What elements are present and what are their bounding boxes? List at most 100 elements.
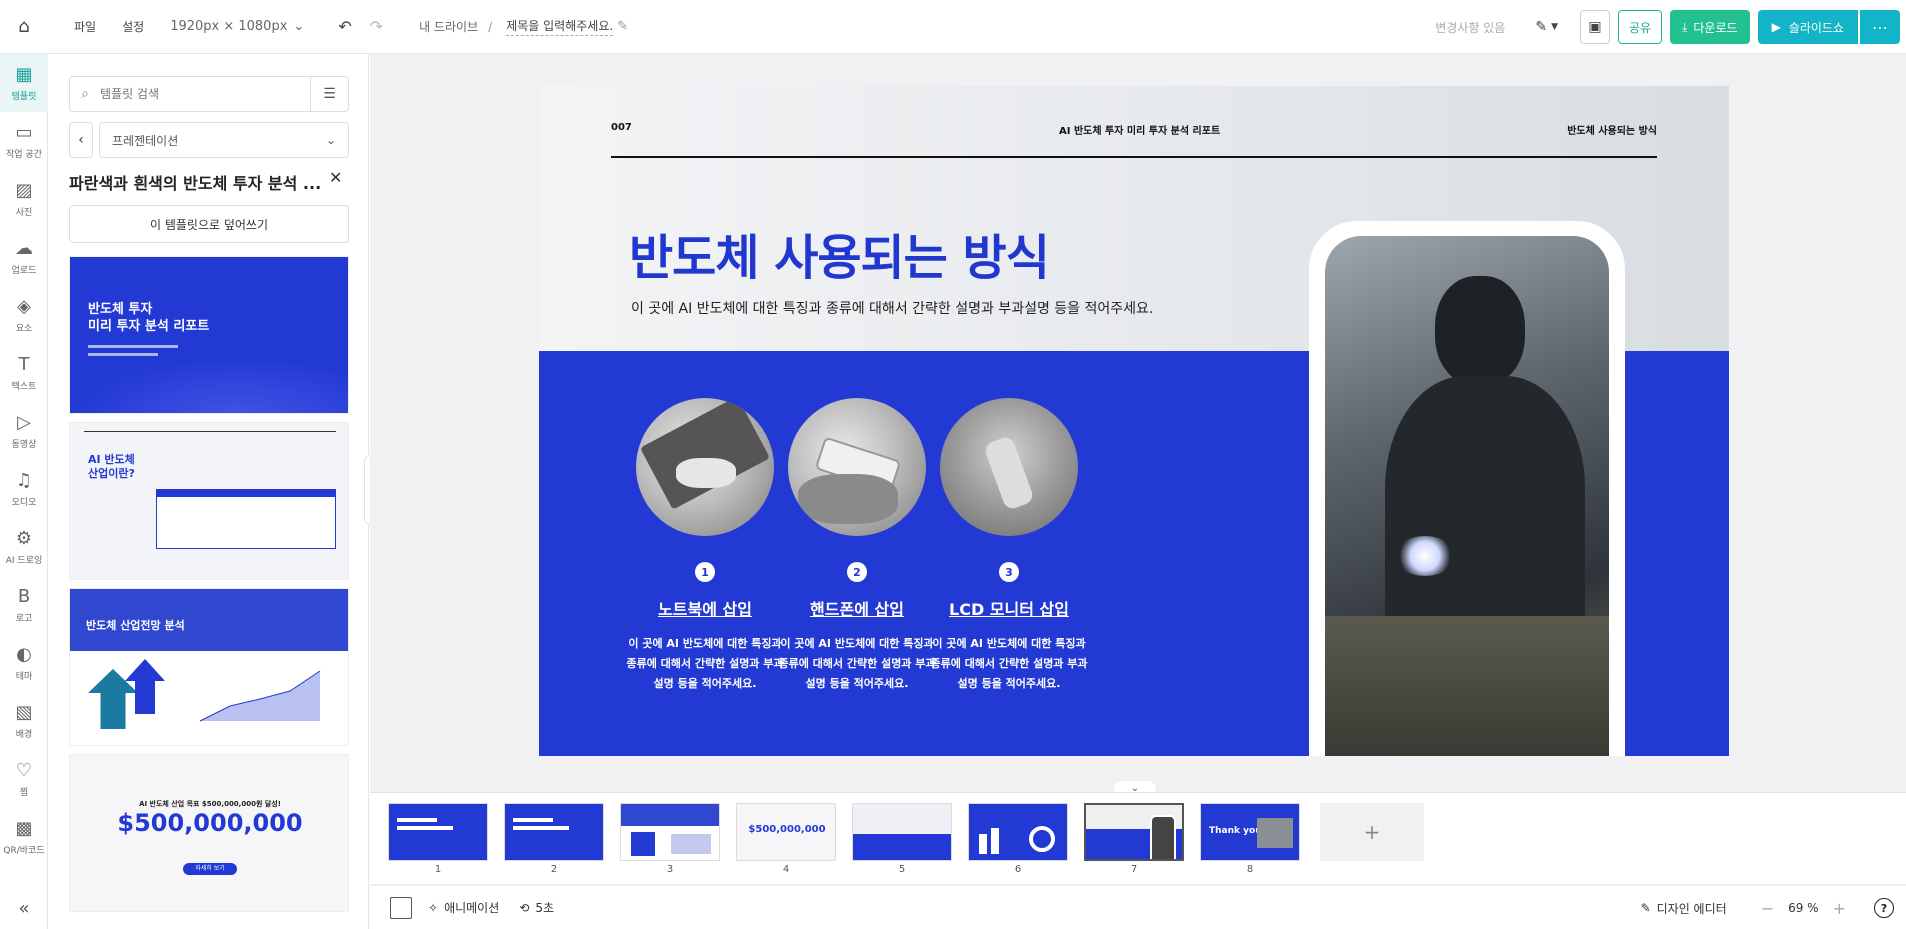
download-button[interactable]: ⤓ 다운로드 (1670, 10, 1750, 44)
rail-item-text[interactable]: T 텍스트 (0, 344, 48, 402)
phone-image-welder[interactable] (1325, 236, 1609, 756)
filter-icon[interactable]: ☰ (310, 77, 348, 111)
filmstrip-page-1[interactable]: 1 (388, 803, 488, 875)
template-search-input[interactable] (100, 87, 310, 101)
thumb3-title: 반도체 산업전망 분석 (86, 619, 185, 632)
rail-item-ai-drawing[interactable]: ⚙ AI 드로잉 (0, 518, 48, 576)
slideshow-button[interactable]: ▶ 슬라이드쇼 (1757, 10, 1858, 44)
feature-3-desc[interactable]: 이 곳에 AI 반도체에 대한 특징과 종류에 대해서 간략한 설명과 부과설명… (929, 634, 1089, 694)
feature-3-title[interactable]: LCD 모니터 삽입 (929, 596, 1089, 620)
feature-2-image-phone[interactable] (788, 398, 926, 536)
save-button[interactable]: ▣ (1579, 10, 1610, 44)
rail-item-upload[interactable]: ☁ 업로드 (0, 228, 48, 286)
undo-icon[interactable]: ↶ (338, 17, 351, 36)
feature-1-title[interactable]: 노트북에 삽입 (625, 596, 785, 620)
rail-item-theme[interactable]: ◐ 테마 (0, 634, 48, 692)
rail-item-audio[interactable]: ♫ 오디오 (0, 460, 48, 518)
rail-item-logo[interactable]: B 로고 (0, 576, 48, 634)
close-icon[interactable]: ✕ (329, 168, 342, 187)
feature-1-image-laptop[interactable] (636, 398, 774, 536)
category-select[interactable]: 프레젠테이션 ⌄ (99, 122, 349, 158)
feature-3-image-monitor[interactable] (940, 398, 1078, 536)
feature-1-number: 1 (695, 562, 715, 582)
thumb2-title-line1: AI 반도체 (88, 453, 135, 466)
template-title: 파란색과 흰색의 반도체 투자 분석 ... (69, 174, 322, 193)
template-thumb-3[interactable]: 반도체 산업전망 분석 200% (69, 588, 349, 746)
feature-2-desc[interactable]: 이 곳에 AI 반도체에 대한 특징과 종류에 대해서 간략한 설명과 부과설명… (777, 634, 937, 694)
rail-item-workspace[interactable]: ▭ 작업 공간 (0, 112, 48, 170)
redo-icon[interactable]: ↷ (370, 17, 383, 36)
rail-item-elements[interactable]: ◈ 요소 (0, 286, 48, 344)
slide-page-number[interactable]: 007 (611, 122, 632, 133)
template-thumb-2[interactable]: AI 반도체 산업이란? (69, 422, 349, 580)
template-panel: ⌕ ☰ ‹ 프레젠테이션 ⌄ 파란색과 흰색의 반도체 투자 분석 ... ✕ … (49, 54, 369, 929)
document-title[interactable]: 제목을 입력해주세요. (506, 17, 614, 36)
audio-icon: ♫ (15, 469, 33, 491)
filmstrip-page-8[interactable]: Thank you 8 (1200, 803, 1300, 875)
bottom-bar: ✧ 애니메이션 ⟲ 5초 ✎ 디자인 에디터 − 69 % + ? (370, 885, 1906, 929)
add-page-button[interactable]: + (1320, 803, 1424, 861)
filmstrip-thumb (388, 803, 488, 861)
elements-icon: ◈ (17, 295, 31, 317)
left-rail: ▦ 템플릿 ▭ 작업 공간 ▨ 사진 ☁ 업로드 ◈ 요소 T 텍스트 ▷ 동영상 ♫ 오디오 … (0, 54, 48, 929)
filmstrip-page-7[interactable]: 7 (1084, 803, 1184, 875)
slide-header-section[interactable]: 반도체 사용되는 방식 (1567, 122, 1657, 137)
duration-label: 5초 (535, 901, 555, 915)
more-options-button[interactable]: ⋯ (1860, 10, 1900, 44)
filmstrip: 1 2 3 $500,000,000 4 5 6 7 Thank you 8 + (370, 792, 1906, 884)
feature-1: 1 노트북에 삽입 이 곳에 AI 반도체에 대한 특징과 종류에 대해서 간략… (625, 398, 785, 694)
rail-item-favorites[interactable]: ♡ 찜 (0, 750, 48, 808)
feature-3: 3 LCD 모니터 삽입 이 곳에 AI 반도체에 대한 특징과 종류에 대해서… (929, 398, 1089, 694)
theme-icon: ◐ (16, 643, 32, 665)
filmstrip-page-6[interactable]: 6 (968, 803, 1068, 875)
rail-item-background[interactable]: ▧ 배경 (0, 692, 48, 750)
rail-item-photo[interactable]: ▨ 사진 (0, 170, 48, 228)
share-button[interactable]: 공유 (1617, 10, 1663, 44)
chevron-down-icon[interactable]: ▼ (1551, 22, 1558, 32)
template-thumb-1[interactable]: 반도체 투자 미리 투자 분석 리포트 (69, 256, 349, 414)
filmstrip-page-5[interactable]: 5 (852, 803, 952, 875)
slide-subtitle[interactable]: 이 곳에 AI 반도체에 대한 특징과 종류에 대해서 간략한 설명과 부과설명… (631, 298, 1153, 318)
pencil-icon[interactable]: ✎ (617, 19, 628, 34)
download-icon: ⤓ (1682, 19, 1688, 34)
canvas-size-dropdown[interactable]: 1920px × 1080px ⌄ (170, 19, 304, 34)
template-thumbnails: 반도체 투자 미리 투자 분석 리포트 AI 반도체 산업이란? 반도체 산업전… (69, 256, 349, 920)
pen-tool-icon[interactable]: ✎ (1535, 19, 1547, 35)
feature-2: 2 핸드폰에 삽입 이 곳에 AI 반도체에 대한 특징과 종류에 대해서 간략… (777, 398, 937, 694)
filmstrip-page-2[interactable]: 2 (504, 803, 604, 875)
animation-button[interactable]: ✧ 애니메이션 (428, 899, 499, 916)
filmstrip-thumb (852, 803, 952, 861)
back-button[interactable]: ‹ (69, 122, 93, 158)
feature-2-title[interactable]: 핸드폰에 삽입 (777, 596, 937, 620)
rail-item-qr[interactable]: ▩ QR/바코드 (0, 808, 48, 866)
zoom-in-button[interactable]: + (1833, 899, 1846, 918)
select-all-checkbox[interactable] (390, 896, 412, 919)
template-thumb-4[interactable]: AI 반도체 산업 목표 $500,000,000원 달성! $500,000,… (69, 754, 349, 912)
slide-title[interactable]: 반도체 사용되는 방식 (629, 218, 1050, 288)
thumb-title-line1: 반도체 투자 (88, 302, 153, 317)
filmstrip-thumb (504, 803, 604, 861)
more-icon: ⋯ (1872, 17, 1888, 37)
settings-menu[interactable]: 설정 (122, 18, 144, 35)
slide-header-title[interactable]: AI 반도체 투자 미리 투자 분석 리포트 (1059, 122, 1220, 137)
breadcrumb-drive[interactable]: 내 드라이브 (419, 18, 478, 35)
zoom-out-button[interactable]: − (1761, 899, 1774, 918)
slide-canvas[interactable]: 007 AI 반도체 투자 미리 투자 분석 리포트 반도체 사용되는 방식 반… (539, 86, 1729, 756)
filmstrip-thumb: $500,000,000 (736, 803, 836, 861)
overwrite-template-button[interactable]: 이 템플릿으로 덮어쓰기 (69, 205, 349, 243)
thumb4-button: 자세히 보기 (183, 863, 237, 875)
filmstrip-page-4[interactable]: $500,000,000 4 (736, 803, 836, 875)
home-icon[interactable]: ⌂ (0, 0, 48, 54)
feature-1-desc[interactable]: 이 곳에 AI 반도체에 대한 특징과 종류에 대해서 간략한 설명과 부과설명… (625, 634, 785, 694)
zoom-level[interactable]: 69 % (1788, 901, 1819, 915)
rail-item-video[interactable]: ▷ 동영상 (0, 402, 48, 460)
duration-button[interactable]: ⟲ 5초 (519, 899, 554, 916)
help-icon[interactable]: ? (1874, 898, 1894, 918)
template-search: ⌕ ☰ (69, 76, 349, 112)
filmstrip-thumb (620, 803, 720, 861)
design-editor-button[interactable]: ✎ 디자인 에디터 (1641, 900, 1727, 917)
rail-item-template[interactable]: ▦ 템플릿 (0, 54, 48, 112)
file-menu[interactable]: 파일 (74, 18, 96, 35)
filmstrip-page-3[interactable]: 3 (620, 803, 720, 875)
collapse-panel-icon[interactable]: « (0, 898, 48, 919)
